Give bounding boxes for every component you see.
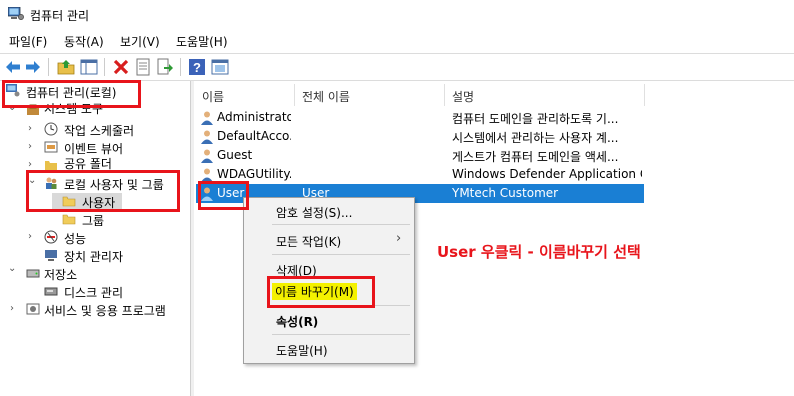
chevron-right-icon[interactable]: › (28, 231, 38, 242)
column-separator[interactable] (444, 84, 445, 106)
highlight-box-root (2, 80, 141, 108)
menu-help[interactable]: 도움말(H) (176, 33, 228, 50)
user-description: 시스템에서 관리하는 사용자 계... (452, 131, 619, 145)
list-item[interactable]: DefaultAcco... 시스템에서 관리하는 사용자 계... (196, 127, 644, 146)
chevron-right-icon[interactable]: › (28, 159, 38, 170)
highlight-box-local-users (26, 170, 180, 212)
menu-action[interactable]: 동작(A) (64, 33, 104, 50)
show-hide-tree-icon[interactable] (80, 58, 98, 76)
tree-item-performance[interactable]: › 성능 (6, 229, 186, 247)
properties-icon[interactable] (134, 58, 152, 76)
storage-icon (26, 269, 40, 278)
user-description: 게스트가 컴퓨터 도메인을 액세... (452, 150, 619, 164)
tree-item-services-apps[interactable]: › 서비스 및 응용 프로그램 (6, 301, 186, 319)
title-bar: 컴퓨터 관리 (0, 0, 794, 30)
toolbar-separator (180, 58, 181, 76)
disk-icon (44, 287, 58, 296)
menu-item-help[interactable]: 도움말(H) (276, 342, 328, 359)
chevron-right-icon[interactable]: › (28, 123, 38, 134)
toolbar-separator (104, 58, 105, 76)
up-folder-icon[interactable] (57, 58, 75, 76)
user-icon (201, 149, 213, 163)
forward-icon[interactable] (24, 58, 42, 76)
console-tree: 컴퓨터 관리(로컬) ⌄ 시스템 도구 › 작업 스케줄러 › 이벤트 뷰어 ›… (0, 81, 191, 396)
tree-item-disk-management[interactable]: 디스크 관리 (6, 283, 186, 301)
user-name: WDAGUtility... (217, 167, 291, 181)
column-description[interactable]: 설명 (452, 88, 474, 105)
tree-item-device-manager[interactable]: 장치 관리자 (6, 247, 186, 265)
menu-separator (272, 254, 410, 255)
chevron-right-icon: › (396, 231, 402, 246)
column-name[interactable]: 이름 (202, 88, 224, 105)
list-item[interactable]: WDAGUtility... Windows Defender Applicat… (196, 165, 644, 184)
tree-label: 그룹 (82, 214, 105, 228)
chevron-down-icon[interactable]: ⌄ (8, 263, 18, 274)
menu-view[interactable]: 보기(V) (120, 33, 160, 50)
services-icon (26, 303, 40, 315)
list-item[interactable]: Administrator 컴퓨터 도메인을 관리하도록 기... (196, 108, 644, 127)
menu-separator (272, 334, 410, 335)
menu-bar: 파일(F) 동작(A) 보기(V) 도움말(H) (0, 30, 794, 52)
user-icon (201, 168, 213, 182)
user-name: Guest (217, 148, 253, 162)
user-icon (201, 111, 213, 125)
list-item[interactable]: Guest 게스트가 컴퓨터 도메인을 액세... (196, 146, 644, 165)
svg-text:?: ? (193, 60, 201, 75)
chevron-right-icon[interactable]: › (28, 141, 38, 152)
performance-icon (44, 230, 58, 244)
highlight-box-user-row (198, 181, 249, 210)
highlight-box-rename (267, 276, 375, 308)
column-full-name[interactable]: 전체 이름 (302, 88, 350, 105)
toolbar-separator (48, 58, 49, 76)
user-description: Windows Defender Application G... (452, 167, 642, 181)
tree-label: 서비스 및 응용 프로그램 (44, 304, 166, 318)
folder-icon (62, 214, 76, 225)
toolbar: ? (0, 53, 794, 81)
column-header: 이름 전체 이름 설명 (196, 84, 794, 106)
menu-separator (272, 224, 410, 225)
help-icon[interactable]: ? (188, 58, 206, 76)
clock-icon (44, 122, 58, 136)
pane-splitter[interactable] (191, 81, 194, 396)
tree-label: 디스크 관리 (64, 286, 124, 300)
tree-item-storage[interactable]: ⌄ 저장소 (6, 263, 186, 283)
view-icon[interactable] (211, 58, 229, 76)
export-icon[interactable] (156, 58, 174, 76)
tree-label: 저장소 (44, 268, 78, 282)
tree-item-groups[interactable]: 그룹 (52, 211, 182, 229)
chevron-right-icon[interactable]: › (10, 303, 20, 314)
user-name: DefaultAcco... (217, 129, 291, 143)
delete-icon[interactable] (112, 58, 130, 76)
menu-item-set-password[interactable]: 암호 설정(S)... (276, 204, 352, 221)
annotation-text: User 우클릭 - 이름바꾸기 선택 (437, 243, 641, 261)
user-name: Administrator (217, 110, 291, 124)
event-viewer-icon (44, 141, 58, 153)
column-separator[interactable] (644, 84, 645, 106)
back-icon[interactable] (4, 58, 22, 76)
user-icon (201, 130, 213, 144)
window-title: 컴퓨터 관리 (30, 9, 90, 23)
device-manager-icon (45, 250, 57, 261)
tree-label: 작업 스케줄러 (64, 124, 135, 138)
tree-item-task-scheduler[interactable]: › 작업 스케줄러 (6, 121, 186, 139)
menu-file[interactable]: 파일(F) (9, 33, 47, 50)
user-description: YMtech Customer (452, 186, 559, 200)
menu-item-all-tasks[interactable]: 모든 작업(K) (276, 233, 341, 250)
tree-label: 장치 관리자 (64, 250, 124, 264)
menu-item-properties[interactable]: 속성(R) (276, 313, 318, 330)
tree-label: 성능 (64, 232, 87, 246)
column-separator[interactable] (294, 84, 295, 106)
user-description: 컴퓨터 도메인을 관리하도록 기... (452, 112, 619, 126)
computer-management-icon (8, 7, 24, 20)
